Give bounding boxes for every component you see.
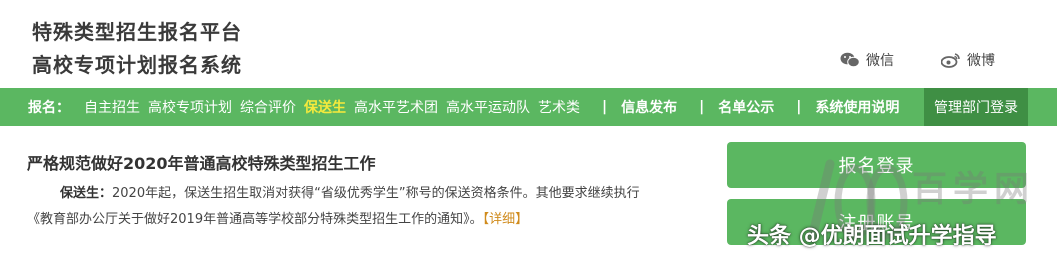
wechat-label: 微信	[866, 53, 894, 69]
nav-item-art-troupe[interactable]: 高水平艺术团	[354, 97, 438, 117]
nav-item-news[interactable]: 信息发布	[621, 97, 677, 117]
article-body: 保送生：2020年起，保送生招生取消对获得“省级优秀学生”称号的保送资格条件。其…	[27, 181, 687, 233]
nav-item-sports-team[interactable]: 高水平运动队	[446, 97, 530, 117]
watermark-site-name: 百学网	[912, 170, 1036, 210]
article-title[interactable]: 严格规范做好2020年普通高校特殊类型招生工作	[27, 150, 376, 174]
site-title-line2: 高校专项计划报名系统	[32, 53, 242, 77]
nav-signup-label: 报名：	[28, 100, 70, 116]
weibo-icon	[941, 53, 960, 68]
admin-login-button[interactable]: 管理部门登录	[924, 88, 1028, 126]
site-header: 特殊类型招生报名平台 高校专项计划报名系统 微信 微博	[0, 0, 1057, 88]
article-text-line1: 2020年起，保送生招生取消对获得“省级优秀学生”称号的保送资格条件。其他要求继…	[112, 186, 640, 201]
article-line2: 《教育部办公厅关于做好2019年普通高等学校部分特殊类型招生工作的通知》。【详细…	[27, 207, 687, 233]
article-lead-label: 保送生：	[60, 186, 113, 201]
nav-item-recommended[interactable]: 保送生	[304, 97, 346, 117]
article-text-line2: 《教育部办公厅关于做好2019年普通高等学校部分特殊类型招生工作的通知》。	[27, 212, 483, 227]
article-more-link[interactable]: 【详细】	[483, 212, 529, 227]
wechat-icon	[840, 52, 860, 68]
weibo-label: 微博	[967, 53, 995, 69]
wechat-link[interactable]: 微信	[840, 50, 894, 70]
nav-item-special-plan[interactable]: 高校专项计划	[148, 97, 232, 117]
nav-item-autonomous[interactable]: 自主招生	[84, 97, 140, 117]
nav-item-comprehensive[interactable]: 综合评价	[240, 97, 296, 117]
nav-separator: |	[602, 99, 608, 115]
main-nav: 报名： 自主招生 高校专项计划 综合评价 保送生 高水平艺术团 高水平运动队 艺…	[0, 88, 1057, 126]
nav-separator: |	[796, 99, 802, 115]
nav-separator: |	[699, 99, 705, 115]
nav-item-guide[interactable]: 系统使用说明	[815, 97, 899, 117]
article-line1: 保送生：2020年起，保送生招生取消对获得“省级优秀学生”称号的保送资格条件。其…	[27, 181, 687, 207]
site-title-line1: 特殊类型招生报名平台	[32, 20, 242, 44]
weibo-link[interactable]: 微博	[941, 50, 995, 70]
nav-item-arts[interactable]: 艺术类	[538, 97, 580, 117]
watermark-byline: 头条 @优朗面试升学指导	[747, 224, 997, 249]
nav-item-list[interactable]: 名单公示	[718, 97, 774, 117]
